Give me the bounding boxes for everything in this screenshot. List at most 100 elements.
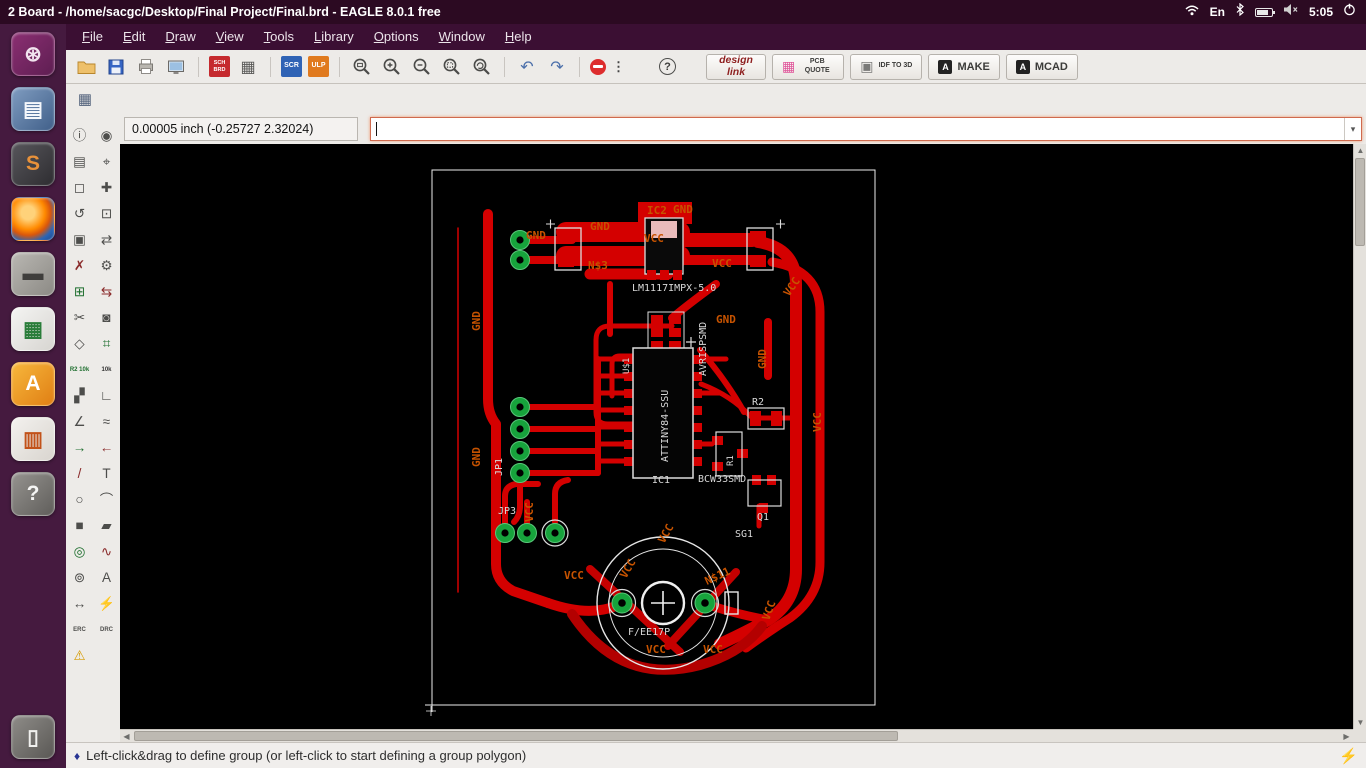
menu-draw[interactable]: Draw xyxy=(155,24,205,50)
drc-tool[interactable]: DRC xyxy=(95,620,119,640)
move-tool[interactable]: ✚ xyxy=(95,178,119,198)
dock-item-dash[interactable]: ⊛ xyxy=(9,31,57,77)
ripup-tool[interactable]: ← xyxy=(95,438,119,458)
scroll-up-icon[interactable]: ▲ xyxy=(1354,144,1366,157)
design-link-button[interactable]: design link xyxy=(706,53,766,80)
dock-item-archive-manager[interactable]: ▬ xyxy=(9,251,57,297)
scroll-down-icon[interactable]: ▼ xyxy=(1354,716,1366,729)
group-tool[interactable]: ◻ xyxy=(68,178,92,198)
lock-tool[interactable]: ◙ xyxy=(95,308,119,328)
zoom-redraw-icon[interactable] xyxy=(470,55,494,79)
battery-icon[interactable] xyxy=(1254,7,1275,17)
horizontal-scroll-thumb[interactable] xyxy=(134,731,899,741)
save-icon[interactable] xyxy=(104,55,128,79)
stop-icon[interactable] xyxy=(590,58,606,75)
export-image-icon[interactable] xyxy=(164,55,188,79)
schematic-board-switch-icon[interactable]: SCH BRD xyxy=(209,56,230,77)
open-board-icon[interactable] xyxy=(74,55,98,79)
text-tool[interactable]: T xyxy=(95,464,119,484)
run-script-icon[interactable]: SCR xyxy=(281,56,302,77)
bluetooth-icon[interactable] xyxy=(1235,2,1245,21)
optimize-tool[interactable]: ≈ xyxy=(95,412,119,432)
show-tool[interactable]: ◉ xyxy=(95,126,119,146)
dock-item-trash[interactable]: ▯ xyxy=(9,714,57,760)
name-tool[interactable]: R2 10k xyxy=(68,360,92,380)
zoom-select-icon[interactable] xyxy=(440,55,464,79)
idf-to-3d-button[interactable]: ▣ IDF TO 3D xyxy=(850,53,923,80)
rect-tool[interactable]: ■ xyxy=(68,516,92,536)
overflow-menu-icon[interactable]: ⋮ xyxy=(612,59,625,75)
menu-help[interactable]: Help xyxy=(495,24,542,50)
add-tool[interactable]: ⊞ xyxy=(68,282,92,302)
menu-window[interactable]: Window xyxy=(429,24,495,50)
dock-item-sublime-text[interactable]: S xyxy=(9,141,57,187)
value-tool[interactable]: 10k xyxy=(95,360,119,380)
help-icon[interactable]: ? xyxy=(659,58,676,75)
delete-tool[interactable]: ✗ xyxy=(68,256,92,276)
dock-item-firefox[interactable] xyxy=(9,196,57,242)
menu-edit[interactable]: Edit xyxy=(113,24,155,50)
menu-view[interactable]: View xyxy=(206,24,254,50)
mirror-tool[interactable]: ⇄ xyxy=(95,230,119,250)
horizontal-scrollbar[interactable]: ◀ ▶ xyxy=(120,729,1353,742)
board-canvas[interactable]: IC2 GND GND GND VCC N$3 VCC LM1117IMPX-5.0 VCC GN… xyxy=(120,144,1353,729)
arc-tool[interactable]: ⌒ xyxy=(95,490,119,510)
replace-tool[interactable]: ◇ xyxy=(68,334,92,354)
wire-tool[interactable]: / xyxy=(68,464,92,484)
dock-item-text-editor[interactable]: ▤ xyxy=(9,86,57,132)
dimension-tool[interactable]: ↔ xyxy=(68,594,92,614)
print-icon[interactable] xyxy=(134,55,158,79)
miter-tool[interactable]: ∟ xyxy=(95,386,119,406)
hole-tool[interactable]: ⊚ xyxy=(68,568,92,588)
signal-tool[interactable]: ∿ xyxy=(95,542,119,562)
keyboard-layout-indicator[interactable]: En xyxy=(1210,5,1225,19)
wifi-icon[interactable] xyxy=(1184,3,1200,21)
mark-tool[interactable]: ⌖ xyxy=(95,152,119,172)
rotate-tool[interactable]: ↺ xyxy=(68,204,92,224)
zoom-fit-icon[interactable] xyxy=(350,55,374,79)
attribute-tool[interactable]: A xyxy=(95,568,119,588)
menu-tools[interactable]: Tools xyxy=(254,24,304,50)
mcad-button[interactable]: A MCAD xyxy=(1005,53,1078,80)
command-dropdown-icon[interactable]: ▾ xyxy=(1344,118,1361,140)
dock-item-document-viewer[interactable]: ▥ xyxy=(9,416,57,462)
dock-item-software-center[interactable]: A xyxy=(9,361,57,407)
undo-icon[interactable]: ↶ xyxy=(515,57,539,77)
vertical-scrollbar[interactable]: ▲ ▼ xyxy=(1353,144,1366,729)
menu-options[interactable]: Options xyxy=(364,24,429,50)
dock-item-libreoffice-calc[interactable]: ▦ xyxy=(9,306,57,352)
make-button[interactable]: A MAKE xyxy=(928,53,1000,80)
vertical-scroll-thumb[interactable] xyxy=(1355,158,1365,246)
display-tool[interactable]: ▤ xyxy=(68,152,92,172)
paste-tool[interactable]: ▣ xyxy=(68,230,92,250)
erc-tool[interactable]: ERC xyxy=(68,620,92,640)
cut-tool[interactable]: ✂ xyxy=(68,308,92,328)
menu-library[interactable]: Library xyxy=(304,24,364,50)
smash-tool[interactable]: ▞ xyxy=(68,386,92,406)
command-input[interactable] xyxy=(371,118,1344,140)
pinswap-tool[interactable]: ⇆ xyxy=(95,282,119,302)
circle-tool[interactable]: ○ xyxy=(68,490,92,510)
route-tool[interactable]: → xyxy=(68,438,92,458)
autoroute-tool[interactable]: ⚡ xyxy=(95,594,119,614)
grid-settings-icon[interactable]: ▦ xyxy=(75,90,95,110)
run-ulp-icon[interactable]: ULP xyxy=(308,56,329,77)
volume-muted-icon[interactable] xyxy=(1283,3,1299,21)
board-grid-icon[interactable]: ▦ xyxy=(236,55,260,79)
split-tool[interactable]: ∠ xyxy=(68,412,92,432)
dock-item-help[interactable]: ? xyxy=(9,471,57,517)
pcb-quote-button[interactable]: ▦ PCB QUOTE xyxy=(772,53,845,80)
copy-tool[interactable]: ⊡ xyxy=(95,204,119,224)
zoom-in-icon[interactable] xyxy=(380,55,404,79)
info-tool[interactable]: ⓘ xyxy=(68,126,92,146)
change-tool[interactable]: ⚙ xyxy=(95,256,119,276)
menu-file[interactable]: File xyxy=(72,24,113,50)
via-tool[interactable]: ◎ xyxy=(68,542,92,562)
zoom-out-icon[interactable] xyxy=(410,55,434,79)
clock[interactable]: 5:05 xyxy=(1309,5,1333,19)
redo-icon[interactable]: ↷ xyxy=(545,57,569,77)
ratsnest-tool[interactable]: ⌗ xyxy=(95,334,119,354)
session-menu-icon[interactable] xyxy=(1343,3,1356,21)
polygon-tool[interactable]: ▰ xyxy=(95,516,119,536)
errors-tool[interactable]: ⚠ xyxy=(68,646,92,666)
